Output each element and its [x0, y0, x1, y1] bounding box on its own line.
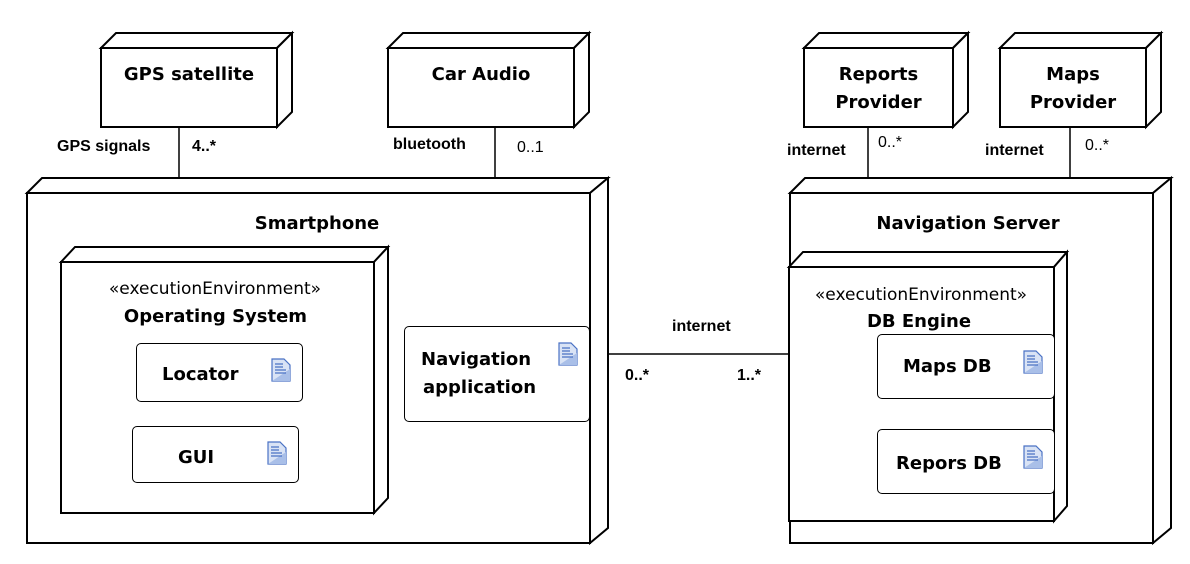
association-car-audio-label: bluetooth: [393, 136, 466, 153]
artifact-maps-db[interactable]: Maps DB: [877, 334, 1055, 399]
artifact-repors-db[interactable]: Repors DB: [877, 429, 1055, 494]
node-reports-provider-title-line2: Provider: [835, 92, 922, 113]
association-car-audio-multiplicity: 0..1: [517, 139, 544, 156]
node-maps-provider-title-line1: Maps: [1046, 64, 1100, 85]
exec-env-os-name: Operating System: [123, 306, 308, 327]
association-reports-multiplicity: 0..*: [878, 134, 903, 151]
association-gps-label: GPS signals: [57, 138, 151, 155]
node-maps-provider-title-line2: Provider: [1029, 92, 1117, 113]
association-phone-multiplicity: 0..*: [625, 367, 650, 384]
artifact-navigation-application-line2: application: [423, 377, 537, 398]
node-car-audio-title: Car Audio: [431, 64, 531, 85]
node-navigation-server-title: Navigation Server: [876, 213, 1060, 234]
association-gps-multiplicity: 4..*: [192, 138, 217, 155]
artifact-gui-name: GUI: [178, 447, 215, 468]
artifact-navigation-application-line1: Navigation: [421, 349, 532, 370]
exec-env-os-stereotype: «executionEnvironment»: [108, 279, 322, 299]
artifact-document-icon: [271, 358, 291, 382]
artifact-maps-db-name: Maps DB: [903, 356, 992, 377]
artifact-navigation-application[interactable]: Navigation application: [404, 326, 590, 422]
exec-env-db-name: DB Engine: [866, 311, 972, 332]
association-maps-label: internet: [985, 142, 1044, 159]
artifact-document-icon: [267, 441, 287, 465]
association-server-multiplicity: 1..*: [737, 367, 762, 384]
association-reports-label: internet: [787, 142, 846, 159]
node-gps-satellite-title: GPS satellite: [123, 64, 255, 85]
artifact-document-icon: [1023, 445, 1043, 469]
association-maps-multiplicity: 0..*: [1085, 137, 1110, 154]
exec-env-db-stereotype: «executionEnvironment»: [814, 285, 1028, 305]
artifact-document-icon: [558, 342, 578, 366]
node-reports-provider-title-line1: Reports: [838, 64, 919, 85]
association-phone-server-label: internet: [672, 318, 731, 335]
artifact-locator[interactable]: Locator: [136, 343, 303, 402]
artifact-gui[interactable]: GUI: [132, 426, 299, 483]
node-smartphone-title: Smartphone: [254, 213, 380, 234]
artifact-repors-db-name: Repors DB: [896, 453, 1002, 474]
artifact-locator-name: Locator: [162, 364, 239, 385]
artifact-document-icon: [1023, 350, 1043, 374]
